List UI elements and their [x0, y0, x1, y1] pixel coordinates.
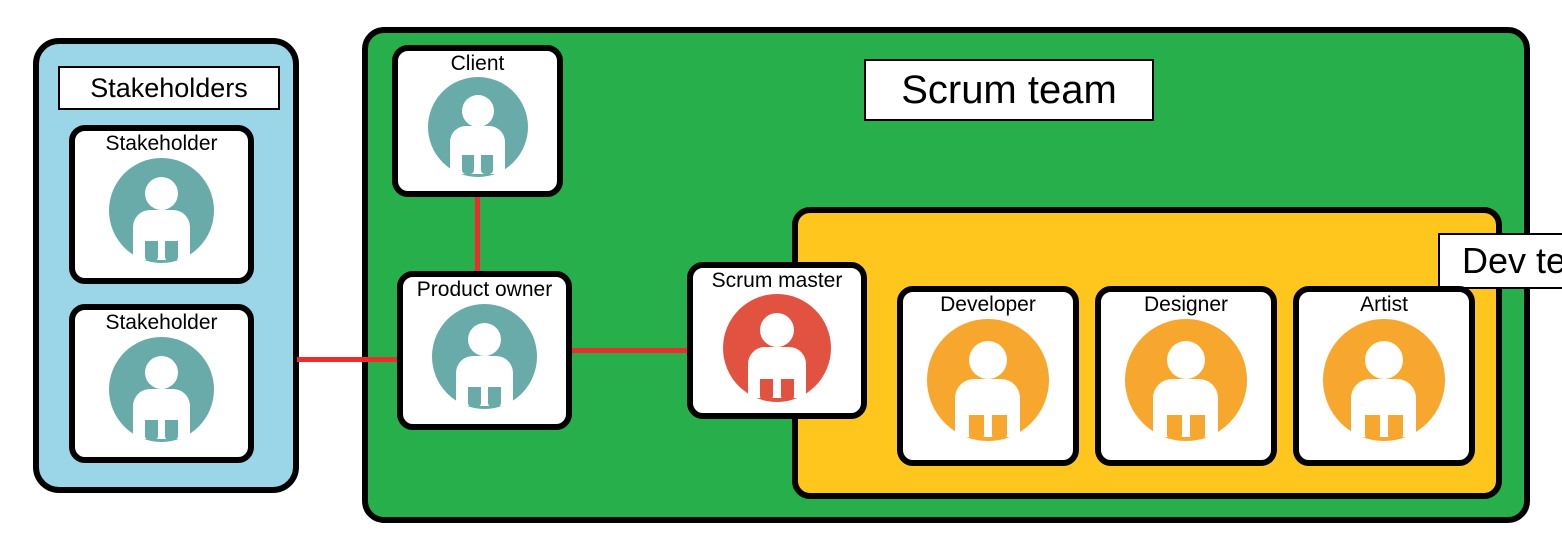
person-icon: [927, 319, 1049, 442]
person-icon: [432, 304, 537, 410]
connector-client-to-product-owner: [475, 195, 480, 275]
card-client[interactable]: Client: [392, 45, 563, 197]
card-label: Developer: [940, 293, 1036, 316]
card-designer[interactable]: Designer: [1095, 286, 1277, 466]
card-scrum-master[interactable]: Scrum master: [687, 262, 867, 419]
card-artist[interactable]: Artist: [1293, 286, 1475, 466]
card-label: Client: [450, 52, 505, 75]
card-label: Stakeholder: [105, 311, 218, 334]
group-title-scrum-team: Scrum team: [864, 59, 1154, 121]
card-label: Designer: [1143, 293, 1229, 316]
person-icon: [109, 158, 214, 264]
person-icon: [723, 294, 831, 403]
card-stakeholder-2[interactable]: Stakeholder: [69, 304, 254, 463]
connector-stakeholders-to-product-owner: [297, 357, 398, 362]
person-icon: [1323, 319, 1445, 442]
connector-product-owner-to-scrum-master: [570, 348, 690, 353]
card-developer[interactable]: Developer: [897, 286, 1079, 466]
card-stakeholder-1[interactable]: Stakeholder: [69, 125, 254, 284]
person-icon: [1125, 319, 1247, 442]
scrum-team-diagram: Scrum team Dev team Stakeholders Stakeho…: [0, 0, 1562, 556]
person-icon: [427, 77, 528, 178]
group-title-dev-team: Dev team: [1438, 233, 1562, 289]
group-title-stakeholders: Stakeholders: [58, 66, 280, 110]
card-product-owner[interactable]: Product owner: [397, 271, 572, 430]
card-label: Stakeholder: [105, 132, 218, 155]
card-label: Product owner: [416, 278, 553, 301]
card-label: Scrum master: [711, 269, 843, 292]
card-label: Artist: [1360, 293, 1408, 316]
person-icon: [109, 337, 214, 443]
